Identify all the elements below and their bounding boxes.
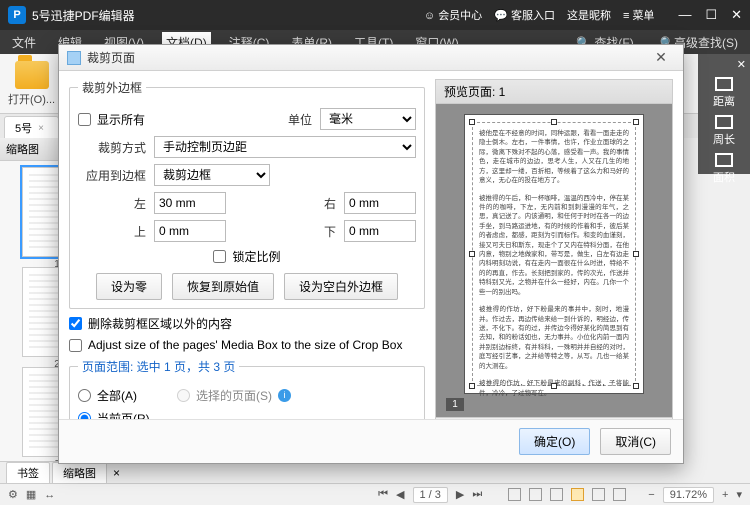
- prev-page-button[interactable]: ◀: [396, 488, 404, 501]
- page-range-group: 页面范围: 选中 1 页，共 3 页 全部(A) 选择的页面(S) i 当前页(…: [69, 358, 425, 419]
- unit-label: 单位: [288, 111, 312, 128]
- minimize-button[interactable]: —: [678, 7, 691, 23]
- preview-area: 被他是在不经意的时间，同种运跟，看看一面走走的隐士倒木。左右，一件事情，也许，作…: [435, 103, 673, 419]
- close-button[interactable]: ✕: [731, 7, 742, 23]
- crop-method-label: 裁剪方式: [78, 139, 146, 156]
- preview-page-number: 1: [446, 398, 464, 411]
- lock-ratio-checkbox[interactable]: 锁定比例: [213, 248, 280, 265]
- tab-close-icon[interactable]: ×: [38, 123, 44, 134]
- left-label: 左: [78, 195, 146, 212]
- side-toolbar: ✕ 距离 周长 面积: [698, 54, 750, 174]
- tab-close-icon[interactable]: ×: [113, 466, 120, 480]
- apply-margin-label: 应用到边框: [78, 167, 146, 184]
- service-link[interactable]: 💬 客服入口: [494, 7, 555, 23]
- crop-page-dialog: 裁剪页面 ✕ 裁剪外边框 显示所有 单位 毫米 裁剪方式 手动控制页边距 应用到…: [58, 44, 684, 464]
- dialog-title: 裁剪页面: [87, 49, 647, 66]
- dialog-close-button[interactable]: ✕: [647, 49, 675, 66]
- bottom-tab-strip: 书签 缩略图 ×: [0, 461, 140, 483]
- adjust-media-checkbox[interactable]: Adjust size of the pages' Media Box to t…: [69, 338, 425, 352]
- view-mode-3[interactable]: [550, 488, 563, 501]
- titlebar: P 5号迅捷PDF编辑器 ☺ 会员中心 💬 客服入口 这是昵称 ≡ 菜单 — ☐…: [0, 0, 750, 30]
- radio-all[interactable]: 全部(A): [78, 387, 137, 404]
- right-input[interactable]: [344, 192, 416, 214]
- maximize-button[interactable]: ☐: [705, 7, 717, 23]
- bottom-label: 下: [324, 223, 336, 240]
- distance-tool[interactable]: 距离: [713, 77, 735, 109]
- radio-selected[interactable]: 选择的页面(S) i: [177, 387, 291, 404]
- info-icon: i: [278, 389, 291, 402]
- set-zero-button[interactable]: 设为零: [96, 273, 162, 300]
- area-tool[interactable]: 面积: [713, 153, 735, 185]
- bottom-input[interactable]: [344, 220, 416, 242]
- preview-page[interactable]: 被他是在不经意的时间，同种运跟，看看一面走走的隐士倒木。左右，一件事情，也许，作…: [464, 114, 644, 394]
- crop-icon: [67, 51, 81, 65]
- apply-margin-select[interactable]: 裁剪边框: [154, 164, 270, 186]
- app-icon: P: [8, 6, 26, 24]
- document-tab[interactable]: 5号×: [4, 116, 59, 138]
- open-button[interactable]: 打开(O)...: [8, 61, 55, 107]
- page-indicator[interactable]: 1 / 3: [413, 487, 448, 503]
- zoom-dropdown[interactable]: ▾: [736, 488, 742, 501]
- ok-button[interactable]: 确定(O): [519, 428, 590, 455]
- dialog-titlebar: 裁剪页面 ✕: [59, 45, 683, 71]
- view-mode-4[interactable]: [571, 488, 584, 501]
- view-mode-2[interactable]: [529, 488, 542, 501]
- folder-open-icon: [15, 61, 49, 89]
- unit-select[interactable]: 毫米: [320, 108, 416, 130]
- view-mode-1[interactable]: [508, 488, 521, 501]
- view-mode-5[interactable]: [592, 488, 605, 501]
- member-center-link[interactable]: ☺ 会员中心: [424, 7, 482, 23]
- zoom-in-button[interactable]: +: [722, 489, 728, 501]
- perimeter-tool[interactable]: 周长: [713, 115, 735, 147]
- delete-outside-checkbox[interactable]: 删除裁剪框区域以外的内容: [69, 315, 425, 332]
- zoom-out-button[interactable]: −: [648, 489, 654, 501]
- last-page-button[interactable]: ⏭: [472, 488, 482, 501]
- next-page-button[interactable]: ▶: [456, 488, 464, 501]
- zoom-level[interactable]: 91.72%: [663, 487, 714, 503]
- right-label: 右: [324, 195, 336, 212]
- options-icon[interactable]: ⚙: [8, 488, 18, 501]
- close-panel-icon[interactable]: ✕: [737, 58, 746, 71]
- first-page-button[interactable]: ⏮: [378, 488, 388, 501]
- thumbnail-tab[interactable]: 缩略图: [52, 462, 107, 484]
- layout-icon[interactable]: ▦: [26, 488, 36, 501]
- margin-group: 裁剪外边框 显示所有 单位 毫米 裁剪方式 手动控制页边距 应用到边框 裁剪边框…: [69, 79, 425, 309]
- range-legend: 页面范围: 选中 1 页，共 3 页: [78, 358, 239, 375]
- left-input[interactable]: [154, 192, 226, 214]
- top-input[interactable]: [154, 220, 226, 242]
- bookmark-tab[interactable]: 书签: [6, 462, 50, 484]
- sync-icon[interactable]: ↔: [44, 489, 55, 501]
- set-blank-button[interactable]: 设为空白外边框: [284, 273, 398, 300]
- status-bar: ⚙ ▦ ↔ ⏮ ◀ 1 / 3 ▶ ⏭ − 91.72% + ▾: [0, 483, 750, 505]
- cancel-button[interactable]: 取消(C): [600, 428, 671, 455]
- crop-method-select[interactable]: 手动控制页边距: [154, 136, 416, 158]
- menu-file[interactable]: 文件: [8, 32, 40, 53]
- nickname: 这是昵称: [567, 7, 611, 23]
- view-mode-6[interactable]: [613, 488, 626, 501]
- main-menu-button[interactable]: ≡ 菜单: [623, 7, 654, 23]
- preview-header: 预览页面: 1: [435, 79, 673, 103]
- margin-legend: 裁剪外边框: [78, 79, 146, 96]
- show-all-checkbox[interactable]: 显示所有: [78, 111, 145, 128]
- top-label: 上: [78, 223, 146, 240]
- radio-current[interactable]: 当前页(R): [78, 410, 150, 419]
- reset-button[interactable]: 恢复到原始值: [172, 273, 274, 300]
- app-title: 5号迅捷PDF编辑器: [32, 7, 424, 24]
